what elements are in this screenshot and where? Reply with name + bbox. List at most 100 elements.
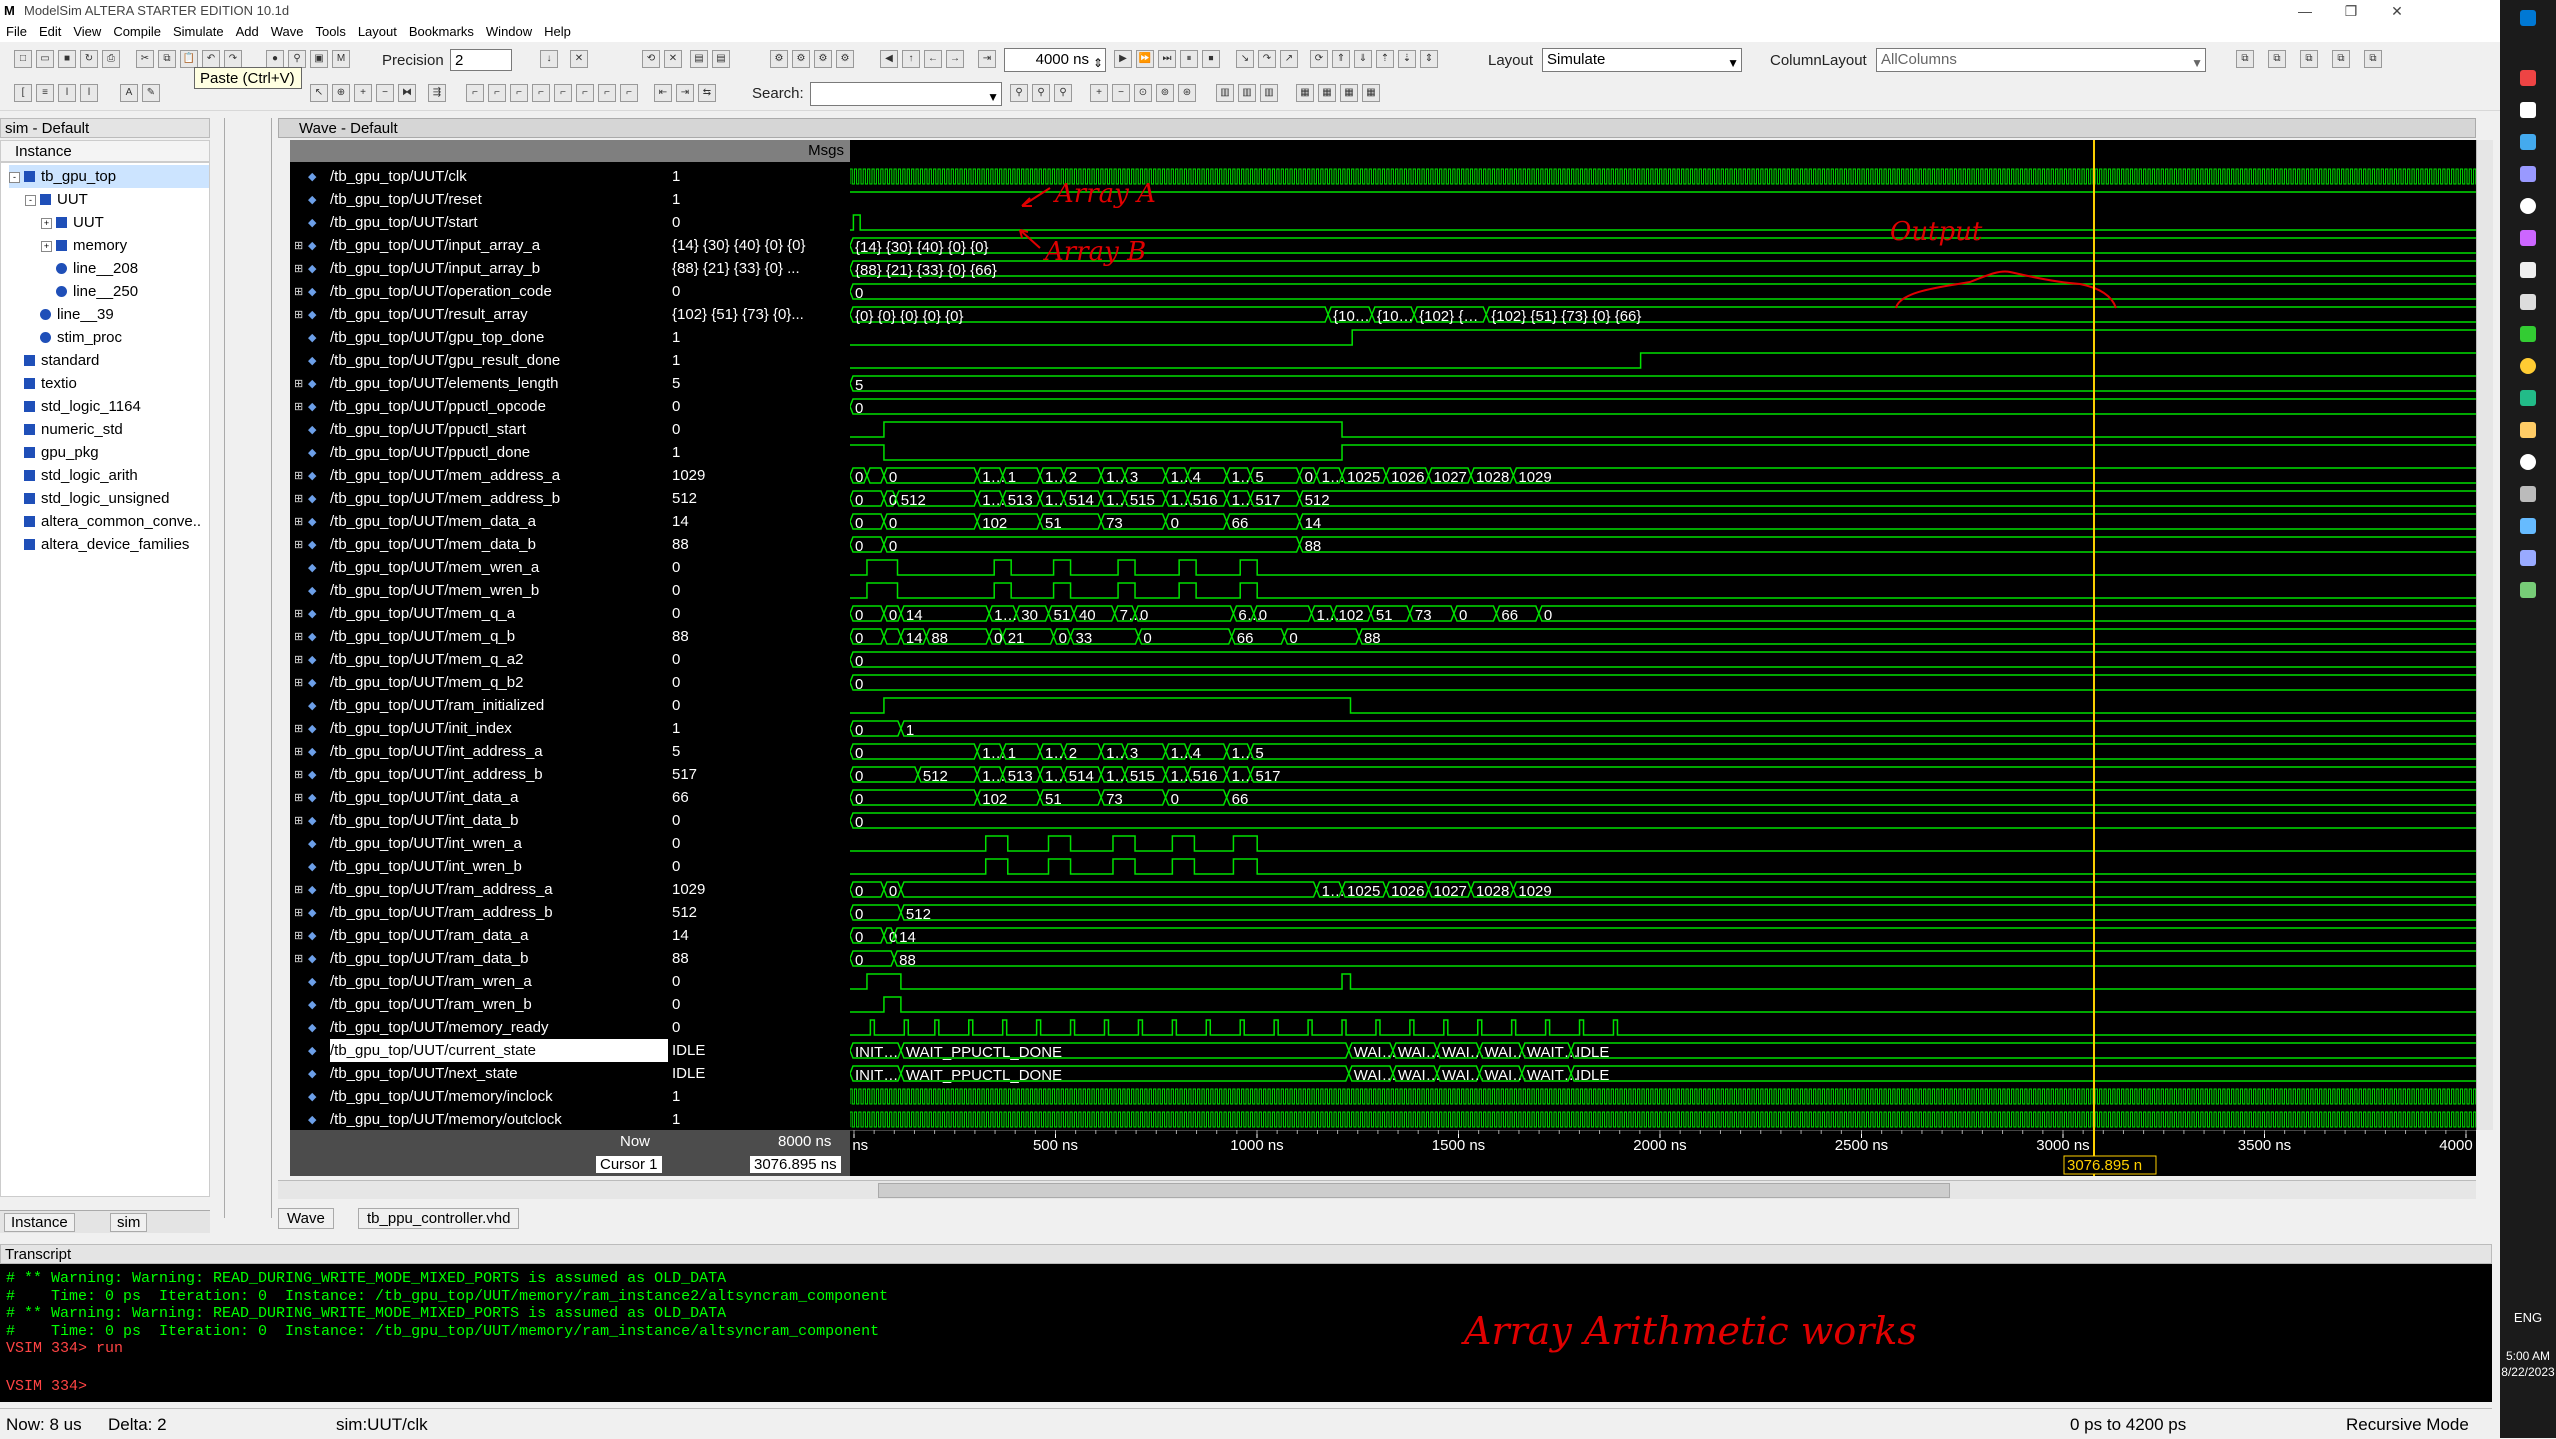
collapse-icon[interactable]: - [25, 195, 36, 206]
app-c-icon[interactable] [2520, 166, 2536, 182]
signal-name[interactable]: /tb_gpu_top/UUT/mem_address_b [330, 487, 560, 510]
align-icon[interactable]: ≡ [36, 84, 54, 102]
app-github-icon[interactable] [2520, 198, 2536, 214]
tab-tb-ppu-controller[interactable]: tb_ppu_controller.vhd [358, 1208, 520, 1229]
run-icon[interactable]: ▶ [1114, 50, 1132, 68]
run-length-input[interactable]: 4000 ns ⇕ [1004, 48, 1106, 72]
wave-c-icon[interactable]: ⌐ [510, 84, 528, 102]
signal-name[interactable]: /tb_gpu_top/UUT/ram_address_a [330, 878, 553, 901]
signal-name[interactable]: /tb_gpu_top/UUT/mem_q_b2 [330, 671, 523, 694]
signal-name[interactable]: /tb_gpu_top/UUT/memory/inclock [330, 1085, 553, 1108]
signal-name[interactable]: /tb_gpu_top/UUT/mem_q_b [330, 625, 515, 648]
app-h-icon[interactable] [2520, 390, 2536, 406]
wave-b-icon[interactable]: ⌐ [488, 84, 506, 102]
menu-window[interactable]: Window [480, 22, 538, 42]
expand-bus-icon[interactable]: ⊞ [294, 377, 303, 390]
doc2-icon[interactable]: ▤ [712, 50, 730, 68]
tree-item[interactable]: altera_common_conve.. [9, 510, 201, 533]
expand-bus-icon[interactable]: ⊞ [294, 676, 303, 689]
step-into-icon[interactable]: ↘ [1236, 50, 1254, 68]
menu-simulate[interactable]: Simulate [167, 22, 230, 42]
menu-file[interactable]: File [0, 22, 33, 42]
format-b-icon[interactable]: ⅼ [80, 84, 98, 102]
restart-sim-icon[interactable]: ⟳ [1310, 50, 1328, 68]
break-icon[interactable]: ✕ [570, 50, 588, 68]
expand-bus-icon[interactable]: ⊞ [294, 515, 303, 528]
expand-bus-icon[interactable]: ⊞ [294, 262, 303, 275]
new-icon[interactable]: □ [14, 50, 32, 68]
app-chrome-icon[interactable] [2520, 358, 2536, 374]
wave-a-icon[interactable]: ⌐ [466, 84, 484, 102]
signal-name[interactable]: /tb_gpu_top/UUT/mem_address_a [330, 464, 560, 487]
app-g-icon[interactable] [2520, 326, 2536, 342]
tree-item[interactable]: gpu_pkg [9, 441, 99, 464]
signal-name[interactable]: /tb_gpu_top/UUT/operation_code [330, 280, 552, 303]
redo-icon[interactable]: ↷ [224, 50, 242, 68]
expand-bus-icon[interactable]: ⊞ [294, 469, 303, 482]
signal-name[interactable]: /tb_gpu_top/UUT/memory/outclock [330, 1108, 562, 1131]
signal-name[interactable]: /tb_gpu_top/UUT/ram_wren_b [330, 993, 532, 1016]
spin-icon[interactable]: ⇕ [1093, 52, 1103, 74]
tree-item[interactable]: numeric_std [9, 418, 123, 441]
app-m-icon[interactable] [2520, 550, 2536, 566]
expand-bus-icon[interactable]: ⊞ [294, 308, 303, 321]
signal-name[interactable]: /tb_gpu_top/UUT/gpu_top_done [330, 326, 544, 349]
dock-e-icon[interactable]: ⧉ [2364, 50, 2382, 68]
dock-a-icon[interactable]: ⧉ [2236, 50, 2254, 68]
expand-bus-icon[interactable]: ⊞ [294, 791, 303, 804]
next-edge-icon[interactable]: ⇥ [676, 84, 694, 102]
pen-icon[interactable]: ✎ [142, 84, 160, 102]
expand-bus-icon[interactable]: ⊞ [294, 630, 303, 643]
cursor-del-icon[interactable]: − [376, 84, 394, 102]
open-icon[interactable]: ▭ [36, 50, 54, 68]
signal-name[interactable]: /tb_gpu_top/UUT/init_index [330, 717, 512, 740]
app-j-icon[interactable] [2520, 454, 2536, 470]
expand-bus-icon[interactable]: ⊞ [294, 722, 303, 735]
bracket-icon[interactable]: [ [14, 84, 32, 102]
signal-d-icon[interactable]: ▦ [1362, 84, 1380, 102]
wave-h-icon[interactable]: ⌐ [620, 84, 638, 102]
run-back-icon[interactable]: ◀ [880, 50, 898, 68]
expand-bus-icon[interactable]: ⊞ [294, 745, 303, 758]
signal-name[interactable]: /tb_gpu_top/UUT/ppuctl_opcode [330, 395, 546, 418]
signal-name[interactable]: /tb_gpu_top/UUT/mem_data_a [330, 510, 536, 533]
step-icon[interactable]: ↓ [540, 50, 558, 68]
zoom-in-icon[interactable]: + [1090, 84, 1108, 102]
doc-icon[interactable]: ▤ [690, 50, 708, 68]
search-next-icon[interactable]: ⚲ [1032, 84, 1050, 102]
signal-name[interactable]: /tb_gpu_top/UUT/clk [330, 165, 467, 188]
tree-item[interactable]: std_logic_arith [9, 464, 138, 487]
expand-bus-icon[interactable]: ⊞ [294, 538, 303, 551]
expand-icon[interactable]: + [41, 241, 52, 252]
left-arrow-icon[interactable]: ← [924, 50, 942, 68]
signal-name[interactable]: /tb_gpu_top/UUT/mem_data_b [330, 533, 536, 556]
app-modelsim-icon[interactable] [2520, 582, 2536, 598]
signal-name[interactable]: /tb_gpu_top/UUT/ram_data_b [330, 947, 528, 970]
lock-cursor-icon[interactable]: ⧓ [398, 84, 416, 102]
tab-wave[interactable]: Wave [278, 1208, 334, 1229]
app-d-icon[interactable] [2520, 230, 2536, 246]
tree-item[interactable]: stim_proc [25, 326, 122, 349]
tree-item[interactable]: line__39 [25, 303, 114, 326]
run-all-icon[interactable]: ⏭ [1158, 50, 1176, 68]
tree-item[interactable]: - tb_gpu_top [9, 165, 209, 188]
tool-a-icon[interactable]: ⚙ [770, 50, 788, 68]
step-out-icon[interactable]: ↗ [1280, 50, 1298, 68]
layout-c-icon[interactable]: ▥ [1260, 84, 1278, 102]
edge-any-icon[interactable]: ⇕ [1420, 50, 1438, 68]
collapse-icon[interactable]: - [9, 172, 20, 183]
search-go-icon[interactable]: ⚲ [1010, 84, 1028, 102]
tool-c-icon[interactable]: ⚙ [814, 50, 832, 68]
zoom-full-icon[interactable]: ⊙ [1134, 84, 1152, 102]
dock-c-icon[interactable]: ⧉ [2300, 50, 2318, 68]
signal-c-icon[interactable]: ▦ [1340, 84, 1358, 102]
signal-name[interactable]: /tb_gpu_top/UUT/int_data_b [330, 809, 518, 832]
compile-icon[interactable]: ● [266, 50, 284, 68]
tool-b-icon[interactable]: ⚙ [792, 50, 810, 68]
expand-bus-icon[interactable]: ⊞ [294, 239, 303, 252]
tree-item[interactable]: textio [9, 372, 77, 395]
tree-item[interactable]: + UUT [41, 211, 104, 234]
zoom-range-icon[interactable]: ⊛ [1178, 84, 1196, 102]
app-f-icon[interactable] [2520, 294, 2536, 310]
menu-compile[interactable]: Compile [107, 22, 167, 42]
